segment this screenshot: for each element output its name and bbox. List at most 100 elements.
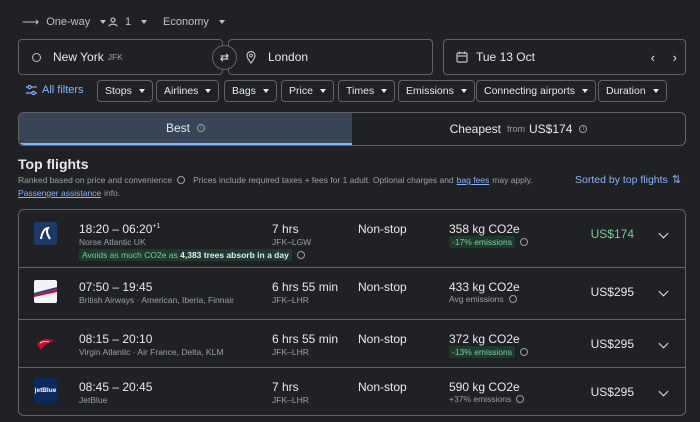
filter-bags[interactable]: Bags: [224, 80, 277, 102]
chip-label: Stops: [105, 85, 132, 97]
info-icon[interactable]: i: [579, 125, 588, 133]
times-text: 08:15 – 20:10: [79, 332, 153, 346]
sort-icon: ⇅: [671, 174, 682, 186]
sort-button[interactable]: Sorted by top flights ⇅: [575, 173, 682, 187]
chip-label: Connecting airports: [484, 85, 576, 97]
filter-stops[interactable]: Stops: [97, 80, 153, 102]
origin-field[interactable]: New York JFK: [18, 39, 223, 75]
tab-cheapest-price: US$174: [529, 122, 573, 136]
filter-connecting-airports[interactable]: Connecting airports: [476, 80, 597, 102]
flight-co2: 590 kg CO2e: [449, 380, 520, 394]
flight-stops: Non-stop: [358, 280, 407, 294]
emissions-info: +37% emissions: [449, 394, 525, 404]
info-icon[interactable]: [520, 238, 528, 246]
eco-bold: 4,383 trees absorb in a day: [180, 250, 289, 260]
flight-list: 18:20 – 06:20+1 Norse Atlantic UK Avoids…: [18, 209, 686, 416]
tune-icon: [26, 85, 37, 95]
flight-route: JFK–LGW: [272, 237, 312, 247]
jetblue-logo-text: jetBlue: [34, 387, 57, 394]
emissions-text: Avg emissions: [449, 294, 504, 304]
assistance-note: Passenger assistance info.: [18, 188, 120, 198]
filter-times[interactable]: Times: [338, 80, 396, 102]
flight-row[interactable]: 18:20 – 06:20+1 Norse Atlantic UK Avoids…: [19, 210, 685, 268]
flight-times: 18:20 – 06:20+1: [79, 222, 160, 236]
destination-city: London: [268, 50, 309, 64]
flight-times: 08:45 – 20:45: [79, 380, 152, 394]
chip-label: Bags: [232, 85, 256, 97]
location-pin-icon: [246, 50, 256, 64]
flight-duration: 6 hrs 55 min: [272, 280, 339, 294]
filter-price[interactable]: Price: [281, 80, 334, 102]
tab-cheapest-from: from: [507, 124, 525, 134]
date-value: Tue 13 Oct: [476, 50, 535, 64]
bag-fees-link[interactable]: bag fees: [457, 175, 490, 185]
chip-label: Airlines: [164, 85, 199, 97]
passengers-select[interactable]: 1: [108, 14, 148, 30]
caret-down-icon: [319, 89, 326, 93]
caret-down-icon: [381, 89, 388, 93]
swap-button[interactable]: ⇄: [212, 45, 237, 70]
prev-date-button[interactable]: ‹: [651, 50, 655, 65]
tab-cheapest[interactable]: Cheapest from US$174 i: [352, 113, 685, 145]
flight-stops: Non-stop: [358, 222, 407, 236]
caret-down-icon: [141, 20, 148, 24]
all-filters-button[interactable]: All filters: [26, 84, 84, 96]
caret-down-icon: [138, 89, 145, 93]
tab-best[interactable]: Best i: [19, 113, 352, 145]
british-airways-logo-mark: [34, 287, 57, 297]
origin-code: JFK: [107, 52, 123, 62]
info-icon[interactable]: [508, 295, 517, 303]
may-apply-text: may apply.: [492, 175, 533, 185]
flight-row[interactable]: 07:50 – 19:45 British Airways · American…: [19, 268, 685, 320]
info-icon[interactable]: [296, 251, 305, 259]
flight-duration: 7 hrs: [272, 380, 299, 394]
times-text: 18:20 – 06:20: [79, 222, 153, 236]
flight-row[interactable]: 08:15 – 20:10 Virgin Atlantic · Air Fran…: [19, 320, 685, 368]
tab-best-label: Best: [165, 121, 190, 135]
flight-route: JFK–LHR: [272, 295, 309, 305]
trip-type-select[interactable]: ⟶ One-way: [22, 14, 107, 30]
passengers-count: 1: [125, 16, 132, 28]
flight-co2: 433 kg CO2e: [449, 280, 520, 294]
passenger-assistance-link[interactable]: Passenger assistance: [18, 188, 101, 198]
eco-pill: Avoids as much CO2e as 4,383 trees absor…: [79, 249, 292, 261]
caret-down-icon: [460, 89, 467, 93]
expand-chevron-icon[interactable]: [658, 338, 669, 349]
info-icon[interactable]: i: [197, 124, 205, 132]
arrow-right-icon: ⟶: [22, 15, 40, 29]
info-icon[interactable]: [177, 176, 186, 184]
times-text: 07:50 – 19:45: [79, 280, 153, 294]
info-text: info.: [104, 188, 121, 198]
info-icon[interactable]: [516, 395, 525, 403]
emissions-badge: -13% emissions: [449, 346, 515, 358]
next-date-button[interactable]: ›: [673, 50, 677, 65]
airline-name: British Airways · American, Iberia, Finn…: [79, 295, 234, 305]
airline-name: Virgin Atlantic · Air France, Delta, KLM: [79, 347, 224, 357]
filter-emissions[interactable]: Emissions: [398, 80, 475, 102]
flight-price: US$295: [590, 337, 634, 351]
emissions-text: +37% emissions: [449, 394, 512, 404]
expand-chevron-icon[interactable]: [658, 386, 669, 397]
emissions-info: -13% emissions: [449, 346, 528, 358]
caret-down-icon: [218, 20, 225, 24]
cabin-select[interactable]: Economy: [163, 14, 225, 30]
expand-chevron-icon[interactable]: [658, 228, 669, 239]
filter-duration[interactable]: Duration: [598, 80, 667, 102]
flight-route: JFK–LHR: [272, 395, 309, 405]
date-field[interactable]: Tue 13 Oct ‹ ›: [443, 39, 686, 75]
info-icon[interactable]: [520, 348, 528, 356]
destination-field[interactable]: London: [228, 39, 433, 75]
filter-airlines[interactable]: Airlines: [156, 80, 220, 102]
british-airways-logo: [34, 280, 57, 303]
chip-label: Times: [346, 85, 375, 97]
tab-cheapest-label: Cheapest: [449, 122, 501, 136]
cabin-label: Economy: [163, 16, 209, 28]
expand-chevron-icon[interactable]: [658, 286, 669, 297]
all-filters-label: All filters: [42, 84, 84, 96]
chip-label: Price: [289, 85, 313, 97]
trip-type-label: One-way: [46, 16, 91, 28]
caret-down-icon: [100, 20, 107, 24]
eco-mid: as much CO2e as: [109, 250, 178, 260]
jetblue-logo: jetBlue: [34, 378, 57, 403]
flight-row[interactable]: jetBlue 08:45 – 20:45 JetBlue 7 hrs JFK–…: [19, 368, 685, 415]
